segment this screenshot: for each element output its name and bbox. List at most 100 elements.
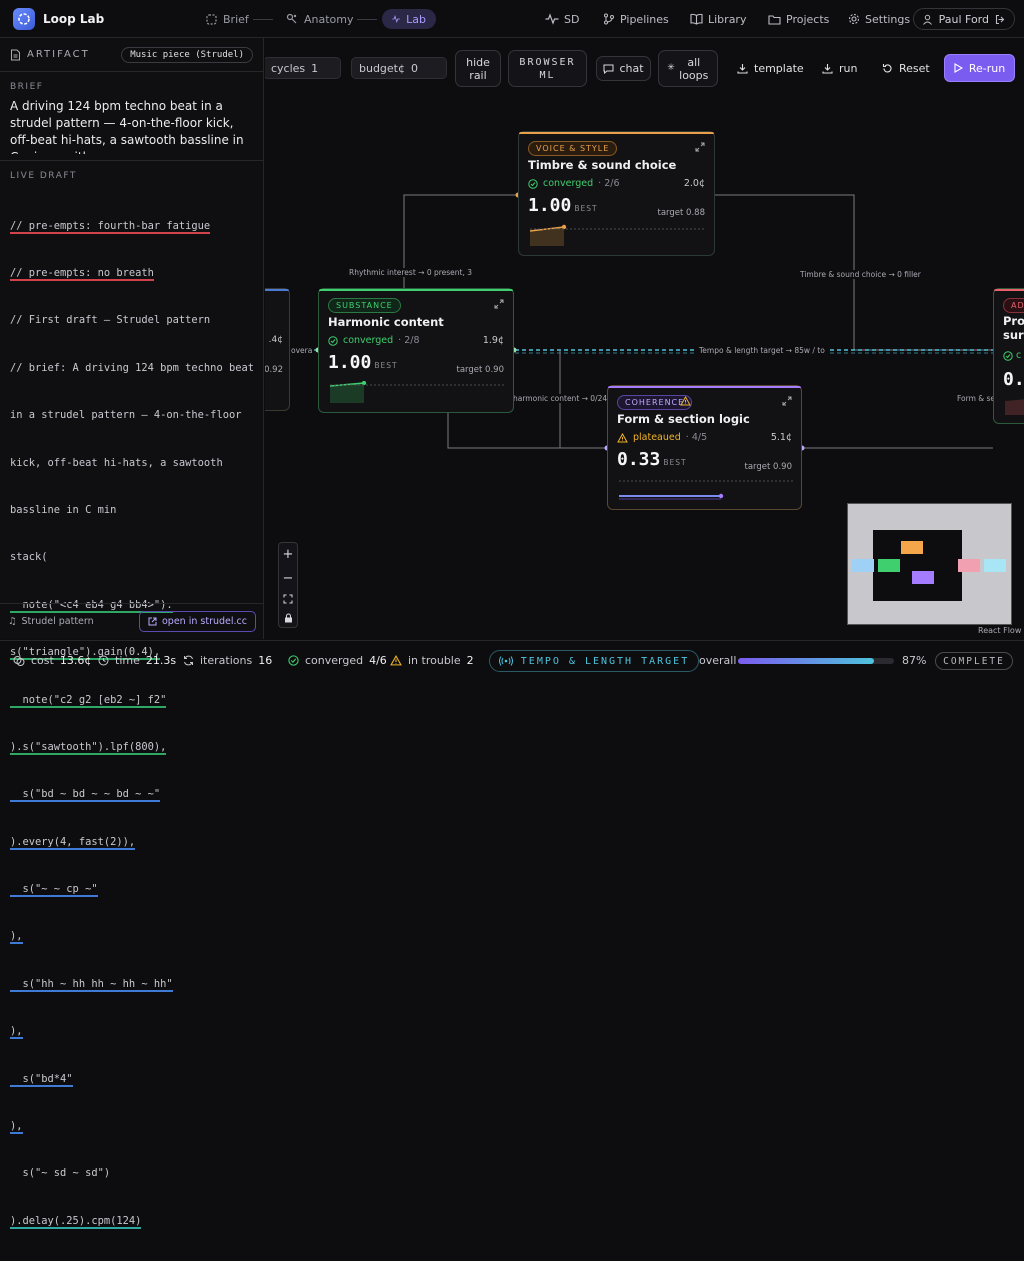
nav-separator xyxy=(357,19,377,20)
chat-label: chat xyxy=(619,62,644,75)
footer-label: Strudel pattern xyxy=(21,616,94,627)
zoom-out-icon[interactable]: − xyxy=(283,571,294,586)
reset-label: Reset xyxy=(899,61,930,75)
code-line: // pre-empts: no breath xyxy=(10,266,154,281)
node-title: Harmonic content xyxy=(328,315,444,329)
fit-view-icon[interactable] xyxy=(283,594,293,604)
nav-library-label: Library xyxy=(708,12,747,26)
node-cost: 5.1¢ xyxy=(770,432,792,443)
chat-button[interactable]: chat xyxy=(596,56,651,81)
user-menu[interactable]: Paul Ford xyxy=(912,8,1015,30)
external-link-icon xyxy=(148,617,157,626)
open-strudel-button[interactable]: open in strudel.cc xyxy=(139,611,256,632)
node-target: target 0.88 xyxy=(657,208,705,218)
node-voice-style[interactable]: VOICE & STYLE Timbre & sound choice conv… xyxy=(518,131,715,256)
warning-icon xyxy=(390,655,402,666)
stat-time: time 21.3s xyxy=(98,654,176,667)
zoom-controls: + − xyxy=(278,542,298,628)
node-sparkline xyxy=(329,381,504,403)
all-loops-button[interactable]: ✳ all loops xyxy=(658,50,718,87)
code-editor[interactable]: // pre-empts: fourth-bar fatigue // pre-… xyxy=(0,187,263,1261)
node-coherence[interactable]: COHERENCE Form & section logic plateaued… xyxy=(607,385,802,510)
code-line: s("hh ~ hh hh ~ hh ~ hh" xyxy=(10,977,173,992)
code-line: bassline in C min xyxy=(10,503,117,516)
minimap-node xyxy=(901,541,923,554)
node-status: converged · 2/6 xyxy=(528,178,620,189)
chat-icon xyxy=(603,64,614,74)
artifact-kind-chip[interactable]: Music piece (Strudel) xyxy=(121,46,253,63)
node-tag: SUBSTANCE xyxy=(328,298,401,313)
node-title-line: Prod xyxy=(1003,314,1024,328)
brand[interactable]: Loop Lab xyxy=(13,7,105,30)
reset-button[interactable]: Reset xyxy=(882,57,930,79)
run-button[interactable]: run xyxy=(822,57,857,79)
run-state-badge: COMPLETE xyxy=(935,652,1013,670)
tab-anatomy[interactable]: Anatomy xyxy=(276,9,364,29)
folder-icon xyxy=(768,14,781,25)
trouble-label: in trouble xyxy=(408,654,461,667)
nav-projects-label: Projects xyxy=(786,12,830,26)
warning-icon xyxy=(680,396,691,406)
node-status: plateaued · 4/5 xyxy=(617,432,707,443)
node-accent xyxy=(319,289,513,291)
cycles-input[interactable]: cycles 1 xyxy=(265,57,341,79)
node-score: 1.00 xyxy=(328,352,372,373)
node-target: target 0.90 xyxy=(744,462,792,472)
overall-progress-fill xyxy=(738,658,874,664)
tab-brief[interactable]: Brief xyxy=(196,9,259,29)
converged-value: 4/6 xyxy=(369,654,387,667)
app-name: Loop Lab xyxy=(43,11,105,26)
run-state-label: COMPLETE xyxy=(943,655,1005,667)
current-loop-pill[interactable]: TEMPO & LENGTH TARGET xyxy=(489,650,699,672)
nav-pipelines-label: Pipelines xyxy=(620,12,669,26)
refresh-icon xyxy=(184,655,193,666)
node-left-partial[interactable]: .4¢ 0.92 xyxy=(265,288,290,411)
dashed-square-icon xyxy=(206,13,217,25)
nav-projects[interactable]: Projects xyxy=(768,9,829,29)
minimap-node xyxy=(958,559,980,572)
nav-pipelines[interactable]: Pipelines xyxy=(603,9,669,29)
gear-icon xyxy=(848,13,860,25)
trouble-value: 2 xyxy=(466,654,474,667)
logout-icon[interactable] xyxy=(995,14,1006,25)
artifact-footer: ♫ Strudel pattern open in strudel.cc xyxy=(0,603,264,639)
template-label: template xyxy=(754,61,804,75)
node-accent xyxy=(994,289,1024,291)
cycles-value: 1 xyxy=(311,61,319,75)
node-sparkline xyxy=(529,224,704,246)
expand-icon[interactable] xyxy=(494,299,504,309)
live-draft-label: LIVE DRAFT xyxy=(10,171,77,181)
node-accent xyxy=(265,289,289,291)
expand-icon[interactable] xyxy=(695,142,705,152)
template-button[interactable]: template xyxy=(737,57,804,79)
node-substance[interactable]: SUBSTANCE Harmonic content converged · 2… xyxy=(318,288,514,413)
code-line: s("bd*4" xyxy=(10,1072,73,1087)
lock-icon[interactable] xyxy=(284,613,293,623)
sparkle-icon: ✳ xyxy=(667,63,675,73)
minimap[interactable] xyxy=(847,503,1012,625)
zoom-in-icon[interactable]: + xyxy=(283,547,294,562)
budget-input[interactable]: budget¢ 0 xyxy=(351,57,447,79)
hide-rail-button[interactable]: hide rail xyxy=(455,50,501,87)
nav-settings[interactable]: Settings xyxy=(848,9,910,29)
code-line: ).every(4, fast(2)), xyxy=(10,835,136,850)
warning-icon xyxy=(617,432,628,442)
nav-sd[interactable]: SD xyxy=(545,9,579,29)
code-line: kick, off-beat hi-hats, a sawtooth xyxy=(10,456,223,469)
tab-lab[interactable]: Lab xyxy=(382,9,436,29)
cycles-label: cycles xyxy=(271,61,306,75)
code-line: ).s("sawtooth").lpf(800), xyxy=(10,740,167,755)
browser-ml-button[interactable]: BROWSER ML xyxy=(508,50,587,87)
stat-trouble: in trouble 2 xyxy=(390,654,474,667)
nav-sd-label: SD xyxy=(564,12,580,26)
react-flow-attribution[interactable]: React Flow xyxy=(978,626,1021,635)
node-title-line: surv xyxy=(1003,328,1024,342)
node-tag: VOICE & STYLE xyxy=(528,141,618,156)
expand-icon[interactable] xyxy=(782,396,792,406)
artifact-header: ARTIFACT Music piece (Strudel) xyxy=(0,38,263,72)
rerun-button[interactable]: Re-run xyxy=(944,54,1015,82)
nav-library[interactable]: Library xyxy=(690,9,746,29)
flow-canvas[interactable]: Rhythmic interest → 0 present, 3 Timbre … xyxy=(265,38,1024,639)
stat-cost: cost 13.6¢ xyxy=(13,654,91,667)
node-adversarial[interactable]: ADV Prod surv c 0. xyxy=(993,288,1024,424)
